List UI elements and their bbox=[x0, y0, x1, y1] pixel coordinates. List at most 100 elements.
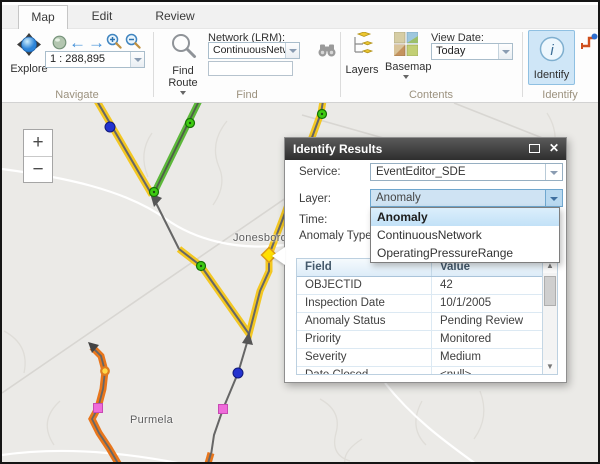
find-route-input[interactable] bbox=[208, 61, 293, 76]
find-route-button[interactable]: Find Route bbox=[160, 32, 206, 95]
value-cell: Medium bbox=[431, 349, 557, 366]
field-cell: Anomaly Status bbox=[297, 313, 431, 330]
field-cell: Inspection Date bbox=[297, 295, 431, 312]
place-label-jonesboro: Jonesboro bbox=[233, 232, 287, 244]
view-date-value: Today bbox=[432, 44, 498, 59]
layers-button[interactable]: Layers bbox=[344, 32, 380, 76]
close-icon[interactable]: ✕ bbox=[549, 141, 559, 155]
binoculars-icon[interactable] bbox=[318, 43, 336, 58]
route-centerline bbox=[97, 103, 152, 195]
network-value: ContinuousNetwork bbox=[209, 43, 285, 58]
attributes-table: Field Value OBJECTID 42 Inspection Date … bbox=[296, 258, 558, 375]
find-route-icon bbox=[170, 32, 197, 60]
time-label: Time: bbox=[299, 214, 327, 226]
identify-button[interactable]: i Identify bbox=[528, 30, 575, 85]
identify-results-dialog: Identify Results ✕ Service: EventEditor_… bbox=[284, 137, 567, 383]
ribbon-tab-bar: Map Edit Review bbox=[2, 2, 598, 29]
pink-point-marker[interactable] bbox=[94, 404, 103, 413]
previous-extent-icon[interactable]: ← bbox=[69, 36, 86, 50]
group-label-identify: Identify bbox=[522, 89, 598, 101]
place-label-purmela: Purmela bbox=[130, 414, 173, 426]
dialog-callout-tail bbox=[272, 247, 285, 265]
view-date-dropdown-button[interactable] bbox=[498, 44, 512, 59]
zoom-out-icon[interactable] bbox=[125, 33, 142, 50]
app-window: Map Edit Review Explore ← → bbox=[0, 0, 600, 464]
find-route-label-1: Find bbox=[160, 65, 206, 77]
group-separator bbox=[522, 32, 523, 97]
orange-ring-marker[interactable] bbox=[101, 367, 109, 375]
blue-point-marker[interactable] bbox=[105, 122, 115, 132]
field-cell: Priority bbox=[297, 331, 431, 348]
value-cell: 10/1/2005 bbox=[431, 295, 557, 312]
full-extent-globe-icon[interactable] bbox=[52, 35, 67, 50]
basemap-label: Basemap bbox=[385, 61, 427, 73]
network-combobox[interactable]: ContinuousNetwork bbox=[208, 42, 300, 59]
value-cell: Pending Review bbox=[431, 313, 557, 330]
table-row[interactable]: Anomaly Status Pending Review bbox=[297, 313, 557, 331]
map-zoom-out-button[interactable]: − bbox=[24, 156, 52, 182]
map-zoom-control: + − bbox=[23, 129, 53, 183]
ribbon: Explore ← → 1 : 288,895 Navigate bbox=[2, 29, 598, 103]
table-row[interactable]: Date Closed <null> bbox=[297, 367, 557, 375]
map-view[interactable]: + − Jonesboro Purmela Identify Results ✕… bbox=[2, 103, 598, 462]
explore-button[interactable]: Explore bbox=[8, 32, 50, 75]
route-green-centerline bbox=[154, 103, 199, 193]
identify-route-icon[interactable] bbox=[580, 33, 598, 50]
explore-icon bbox=[16, 32, 42, 58]
anomaly-type-label: Anomaly Type: bbox=[299, 230, 375, 242]
tab-edit[interactable]: Edit bbox=[72, 5, 132, 29]
map-scale-value: 1 : 288,895 bbox=[46, 52, 130, 67]
explore-label: Explore bbox=[8, 63, 50, 75]
dropdown-item-operatingpressurerange[interactable]: OperatingPressureRange bbox=[371, 244, 559, 262]
map-zoom-in-button[interactable]: + bbox=[24, 130, 52, 156]
group-separator bbox=[340, 32, 341, 97]
table-row[interactable]: Inspection Date 10/1/2005 bbox=[297, 295, 557, 313]
scrollbar-thumb[interactable] bbox=[544, 276, 556, 306]
field-cell: Severity bbox=[297, 349, 431, 366]
layers-icon bbox=[350, 32, 375, 59]
group-label-find: Find bbox=[154, 89, 340, 101]
group-separator bbox=[153, 32, 154, 97]
dropdown-item-continuousnetwork[interactable]: ContinuousNetwork bbox=[371, 226, 559, 244]
table-row[interactable]: OBJECTID 42 bbox=[297, 277, 557, 295]
dialog-title[interactable]: Identify Results bbox=[285, 138, 566, 160]
tab-map[interactable]: Map bbox=[18, 5, 68, 29]
service-dropdown-button[interactable] bbox=[545, 164, 562, 180]
tab-review[interactable]: Review bbox=[140, 5, 210, 29]
route-gray-segment[interactable] bbox=[211, 336, 249, 455]
group-label-navigate: Navigate bbox=[2, 89, 152, 101]
dropdown-item-anomaly[interactable]: Anomaly bbox=[371, 208, 559, 226]
next-extent-icon[interactable]: → bbox=[88, 36, 105, 50]
maximize-icon[interactable] bbox=[529, 144, 540, 153]
basemap-button[interactable]: Basemap bbox=[385, 32, 427, 79]
view-date-combobox[interactable]: Today bbox=[431, 43, 513, 60]
layer-label: Layer: bbox=[299, 193, 331, 205]
layer-dropdown-button[interactable] bbox=[545, 190, 562, 206]
layers-label: Layers bbox=[344, 64, 380, 76]
group-label-contents: Contents bbox=[340, 89, 522, 101]
scrollbar-down-icon[interactable]: ▼ bbox=[543, 360, 557, 374]
map-scale-combobox[interactable]: 1 : 288,895 bbox=[45, 51, 145, 68]
map-scale-dropdown-button[interactable] bbox=[130, 52, 144, 67]
blue-point-marker[interactable] bbox=[233, 368, 243, 378]
service-value: EventEditor_SDE bbox=[371, 164, 545, 180]
field-cell: OBJECTID bbox=[297, 277, 431, 294]
service-label: Service: bbox=[299, 166, 341, 178]
pink-point-marker[interactable] bbox=[219, 405, 228, 414]
table-scrollbar[interactable]: ▲ ▼ bbox=[542, 259, 557, 374]
find-route-label-2: Route bbox=[160, 77, 206, 89]
basemap-icon bbox=[394, 32, 418, 56]
layer-combobox[interactable]: Anomaly bbox=[370, 189, 563, 207]
zoom-in-icon[interactable] bbox=[106, 33, 123, 50]
table-row[interactable]: Severity Medium bbox=[297, 349, 557, 367]
field-cell: Date Closed bbox=[297, 367, 431, 375]
value-cell: <null> bbox=[431, 367, 557, 375]
route-gray-segment[interactable] bbox=[153, 197, 179, 249]
service-combobox[interactable]: EventEditor_SDE bbox=[370, 163, 563, 181]
table-row[interactable]: Priority Monitored bbox=[297, 331, 557, 349]
layer-value: Anomaly bbox=[371, 190, 545, 206]
identify-label: Identify bbox=[529, 69, 574, 81]
network-dropdown-button[interactable] bbox=[285, 43, 299, 58]
identify-icon: i bbox=[537, 34, 567, 64]
value-cell: 42 bbox=[431, 277, 557, 294]
